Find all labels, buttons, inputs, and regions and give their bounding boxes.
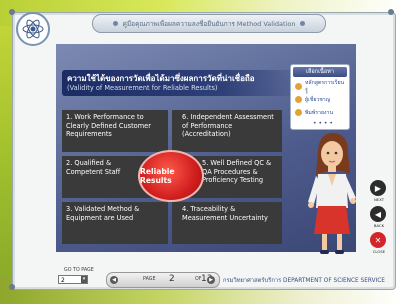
playback-controls: ▶ NEXT ◀ BACK ✕ CLOSE <box>368 180 390 258</box>
page-navigator: ◀ PAGE 2 OF 13 ▶ <box>106 272 220 288</box>
next-page-button[interactable]: ▶ <box>207 276 215 284</box>
next-arrow-icon: ▶ <box>374 183 382 193</box>
menu-item-course[interactable]: หลักสูตรการเรียนรู้ <box>295 79 345 94</box>
go-to-page-dropdown[interactable]: ▾ <box>81 276 87 283</box>
page-label: PAGE <box>143 277 156 282</box>
menu-item-label: หลักสูตรการเรียนรู้ <box>305 79 345 94</box>
bullet-icon <box>300 21 306 26</box>
next-label: NEXT <box>373 197 385 202</box>
menu-title: เลือกเนื้อหา <box>293 67 347 77</box>
next-button[interactable]: ▶ <box>370 180 386 196</box>
slide-heading: ความใช้ได้ของการวัดเพื่อได้มาซึ่งผลการวั… <box>62 70 294 96</box>
back-arrow-icon: ◀ <box>374 209 382 219</box>
menu-bullet-icon <box>295 83 302 90</box>
close-label: CLOSE <box>372 249 386 254</box>
menu-bullet-icon <box>295 96 302 103</box>
back-button[interactable]: ◀ <box>370 206 386 222</box>
frame-corner-rivet <box>9 9 15 15</box>
course-title: คู่มือคุณภาพเพื่อผลความลงชื่อยืนยันการ M… <box>122 19 296 28</box>
menu-bullet-icon <box>295 109 302 116</box>
menu-item-label: ผู้เชี่ยวชาญ <box>305 96 331 103</box>
go-to-page-label: GO TO PAGE <box>64 268 94 273</box>
factor-box: 4. Traceability & Measurement Uncertaint… <box>172 202 282 244</box>
back-label: BACK <box>373 223 385 228</box>
close-icon: ✕ <box>374 235 382 245</box>
current-page: 2 <box>169 274 175 284</box>
presenter-illustration <box>308 132 356 254</box>
factor-box: 3. Validated Method & Equipment are Used <box>62 202 168 244</box>
chevron-right-icon: ▶ <box>209 277 213 283</box>
factor-box: 6. Independent Assessment of Performance… <box>172 110 282 152</box>
organization-name: กรมวิทยาศาสตร์บริการ DEPARTMENT OF SCIEN… <box>223 278 385 284</box>
prev-page-button[interactable]: ◀ <box>110 276 118 284</box>
frame-corner-rivet <box>388 9 394 15</box>
factor-box: 1. Work Performance to Clearly Defined C… <box>62 110 168 152</box>
department-logo <box>16 12 50 46</box>
menu-item-label: พิมพ์รายงาน <box>305 109 333 116</box>
menu-item-print[interactable]: พิมพ์รายงาน <box>295 107 345 118</box>
reliable-results-label: Reliable Results <box>140 167 175 185</box>
slide-heading-english: (Validity of Measurement for Reliable Re… <box>67 84 218 92</box>
close-button[interactable]: ✕ <box>370 232 386 248</box>
frame-corner-rivet <box>9 284 15 290</box>
menu-pager-dots: • • • • <box>313 120 333 127</box>
atom-icon <box>22 19 44 39</box>
course-title-bar: คู่มือคุณภาพเพื่อผลความลงชื่อยืนยันการ M… <box>92 14 326 33</box>
menu-item-expert[interactable]: ผู้เชี่ยวชาญ <box>295 94 345 105</box>
content-menu: เลือกเนื้อหา หลักสูตรการเรียนรู้ ผู้เชี่… <box>290 64 350 130</box>
go-to-page: GO TO PAGE 2 ▾ <box>48 268 96 288</box>
bullet-icon <box>112 21 118 26</box>
chevron-down-icon: ▾ <box>82 276 86 282</box>
reliable-results-hub: Reliable Results <box>138 150 204 202</box>
footer-bar: GO TO PAGE 2 ▾ ◀ PAGE 2 OF 13 ▶ กรมวิทยา… <box>36 268 392 288</box>
chevron-left-icon: ◀ <box>112 277 116 283</box>
